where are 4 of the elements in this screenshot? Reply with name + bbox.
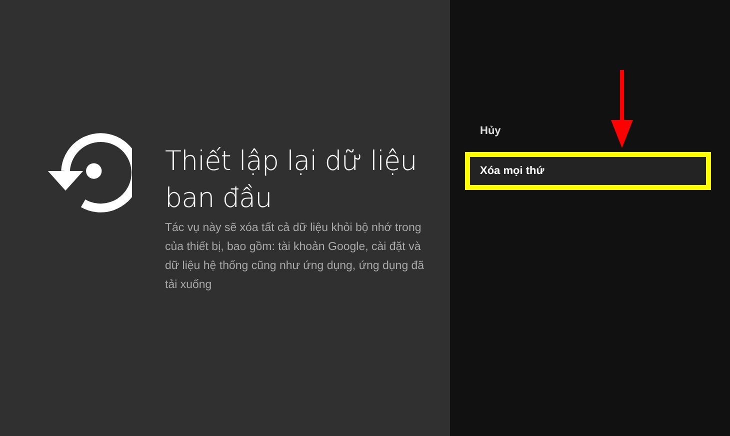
- menu-item[interactable]: Xóa mọi thứ: [470, 157, 706, 185]
- description: Tác vụ này sẽ xóa tất cả dữ liệu khỏi bộ nhớ trong của thiết bị, bao gồm: tài khoản Google, cài đặt và dữ liệu hệ thống cũng như ứng dụng, ứng dụng đã tải xuống: [165, 221, 426, 293]
- page-title: Thiết lập lại dữ liệu ban đầu: [165, 145, 418, 216]
- menu-item[interactable]: Hủy: [470, 117, 706, 145]
